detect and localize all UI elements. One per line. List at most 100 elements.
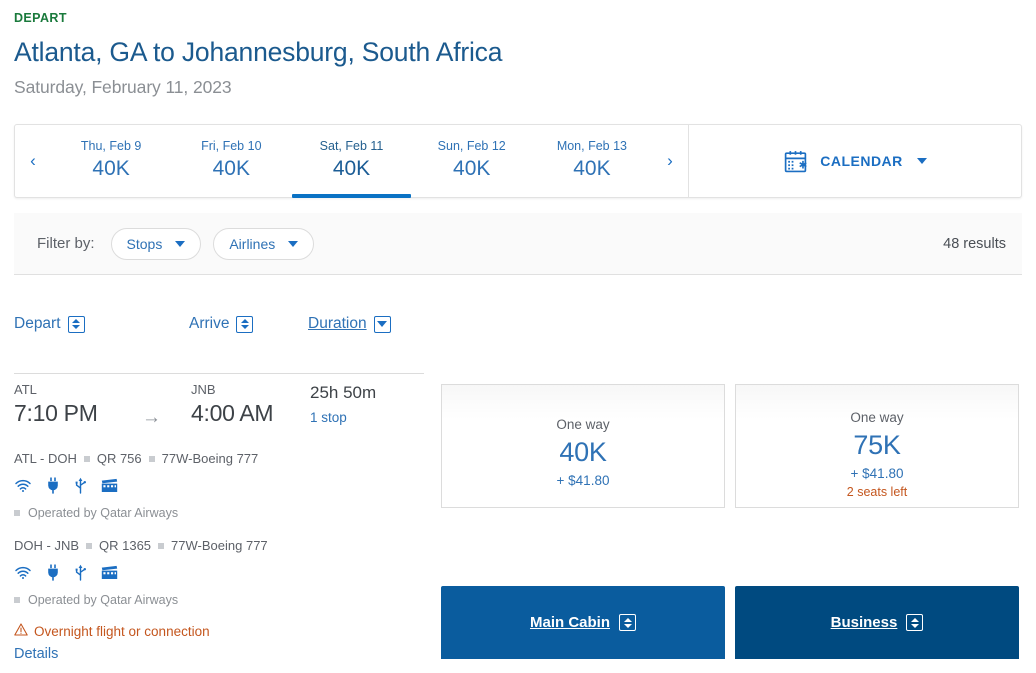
- triangle-down-icon: [72, 325, 81, 329]
- operated-by-label: Operated by Qatar Airways: [28, 593, 179, 607]
- fare-card-main-cabin[interactable]: One way 40K + $41.80: [441, 384, 725, 508]
- calendar-button[interactable]: ✱ CALENDAR: [689, 125, 1021, 197]
- depart-label: DEPART: [14, 11, 67, 25]
- page-header: DEPART Atlanta, GA to Johannesburg, Sout…: [0, 0, 1036, 100]
- arrow-right-icon: →: [142, 407, 161, 428]
- sort-duration-label: Duration: [308, 315, 367, 332]
- overnight-warning-label: Overnight flight or connection: [34, 623, 210, 639]
- chevron-down-icon: [916, 158, 927, 164]
- sort-by-depart[interactable]: Depart: [14, 315, 85, 333]
- flight-stops[interactable]: 1 stop: [310, 408, 376, 427]
- date-tab-price: 40K: [212, 156, 250, 180]
- arrive-time: 4:00 AM: [191, 400, 274, 426]
- filter-airlines-dropdown[interactable]: Airlines: [213, 227, 315, 260]
- sort-by-duration[interactable]: Duration: [308, 315, 391, 333]
- power-outlet-icon: [46, 477, 60, 494]
- arrive-column: JNB 4:00 AM: [191, 381, 274, 428]
- flight-result-row: ATL 7:10 PM → JNB 4:00 AM 25h 50m 1 stop…: [14, 381, 434, 663]
- sort-by-arrive[interactable]: Arrive: [189, 315, 254, 333]
- date-tab-thu-feb-9[interactable]: Thu, Feb 9 40K: [51, 125, 171, 197]
- date-tab-label: Fri, Feb 10: [201, 138, 262, 153]
- fare-seats-left: 2 seats left: [846, 485, 908, 499]
- sort-arrive-label: Arrive: [189, 315, 230, 332]
- date-selector-strip: ‹ Thu, Feb 9 40K Fri, Feb 10 40K Sat, Fe…: [14, 124, 1022, 198]
- filter-stops-label: Stops: [126, 235, 163, 252]
- triangle-down-icon: [377, 321, 388, 327]
- cabin-business-label: Business: [830, 614, 898, 631]
- sort-updown-icon[interactable]: [236, 315, 254, 333]
- depart-airport-code: ATL: [14, 382, 37, 397]
- details-link[interactable]: Details: [14, 646, 58, 662]
- fare-oneway-label: One way: [556, 417, 610, 432]
- filter-by-label: Filter by:: [37, 235, 95, 252]
- svg-text:✱: ✱: [799, 159, 808, 171]
- page-title: Atlanta, GA to Johannesburg, South Afric…: [14, 37, 503, 67]
- segment-amenities: [14, 563, 434, 581]
- arrive-airport-code: JNB: [191, 382, 216, 397]
- square-separator-icon: [14, 597, 20, 603]
- triangle-down-icon: [240, 325, 249, 329]
- triangle-down-icon: [623, 623, 632, 628]
- date-tabs: Thu, Feb 9 40K Fri, Feb 10 40K Sat, Feb …: [51, 125, 652, 198]
- cabin-header-main-cabin[interactable]: Main Cabin: [441, 586, 725, 659]
- segment-operated-by: Operated by Qatar Airways: [14, 506, 434, 520]
- sort-updown-icon[interactable]: [67, 315, 85, 333]
- date-tab-price: 40K: [573, 156, 611, 180]
- flight-search-results-page: DEPART Atlanta, GA to Johannesburg, Sout…: [0, 0, 1036, 673]
- date-tab-price: 40K: [332, 156, 371, 180]
- triangle-up-icon: [910, 617, 919, 622]
- segment-operated-by: Operated by Qatar Airways: [14, 593, 434, 607]
- fare-miles: 40K: [559, 437, 607, 467]
- triangle-up-icon: [72, 319, 81, 323]
- date-tab-mon-feb-13[interactable]: Mon, Feb 13 40K: [532, 125, 652, 197]
- flight-times-row: ATL 7:10 PM → JNB 4:00 AM 25h 50m 1 stop: [14, 381, 434, 433]
- fare-oneway-label: One way: [850, 410, 904, 425]
- depart-time: 7:10 PM: [14, 400, 98, 426]
- flight-segment-2: DOH - JNB QR 1365 77W-Boeing 777 Operate…: [14, 538, 434, 607]
- date-tab-label: Sat, Feb 11: [319, 138, 384, 153]
- operated-by-label: Operated by Qatar Airways: [28, 506, 179, 520]
- sort-updown-icon[interactable]: [906, 614, 924, 631]
- next-dates-icon[interactable]: ›: [652, 125, 688, 197]
- square-separator-icon: [158, 542, 165, 549]
- filter-bar: Filter by: Stops Airlines 48 results: [14, 213, 1022, 275]
- square-separator-icon: [148, 455, 155, 462]
- fare-card-business[interactable]: One way 75K + $41.80 2 seats left: [735, 384, 1019, 508]
- filter-airlines-label: Airlines: [229, 235, 276, 252]
- wifi-icon: [14, 565, 32, 580]
- prev-dates-icon[interactable]: ‹: [15, 125, 51, 197]
- divider: [14, 373, 424, 374]
- triangle-down-icon: [910, 623, 919, 628]
- segment-route: DOH - JNB: [14, 538, 79, 553]
- fare-taxes: + $41.80: [850, 466, 904, 481]
- warning-triangle-icon: [14, 623, 28, 639]
- square-separator-icon: [86, 542, 92, 549]
- flight-duration: 25h 50m: [310, 383, 377, 402]
- results-count: 48 results: [943, 235, 1006, 252]
- duration-column: 25h 50m 1 stop: [310, 381, 376, 427]
- sort-updown-icon[interactable]: [619, 614, 636, 631]
- chevron-down-icon: [175, 240, 186, 247]
- date-tab-price: 40K: [453, 156, 491, 180]
- entertainment-icon: [101, 565, 118, 580]
- segment-flight-number: QR 756: [96, 451, 142, 466]
- sort-descending-icon[interactable]: [373, 315, 391, 333]
- date-tab-sat-feb-11[interactable]: Sat, Feb 11 40K: [291, 125, 411, 198]
- triangle-up-icon: [623, 617, 632, 622]
- sort-depart-label: Depart: [14, 315, 61, 332]
- segment-route: ATL - DOH: [14, 451, 77, 466]
- date-tab-sun-feb-12[interactable]: Sun, Feb 12 40K: [412, 125, 532, 197]
- entertainment-icon: [101, 478, 118, 493]
- filter-stops-dropdown[interactable]: Stops: [110, 227, 202, 260]
- square-separator-icon: [83, 455, 90, 462]
- segment-info-line: ATL - DOH QR 756 77W-Boeing 777: [14, 451, 434, 466]
- fare-miles: 75K: [853, 430, 901, 460]
- segment-aircraft: 77W-Boeing 777: [161, 451, 259, 466]
- square-separator-icon: [14, 510, 20, 516]
- results-table-header: Depart Arrive Duration Main Cabin Busine…: [0, 293, 1036, 659]
- depart-column: ATL 7:10 PM: [14, 381, 98, 428]
- date-tab-fri-feb-10[interactable]: Fri, Feb 10 40K: [171, 125, 291, 197]
- date-tab-price: 40K: [92, 156, 130, 180]
- date-tab-label: Thu, Feb 9: [80, 138, 142, 153]
- cabin-header-business[interactable]: Business: [735, 586, 1019, 659]
